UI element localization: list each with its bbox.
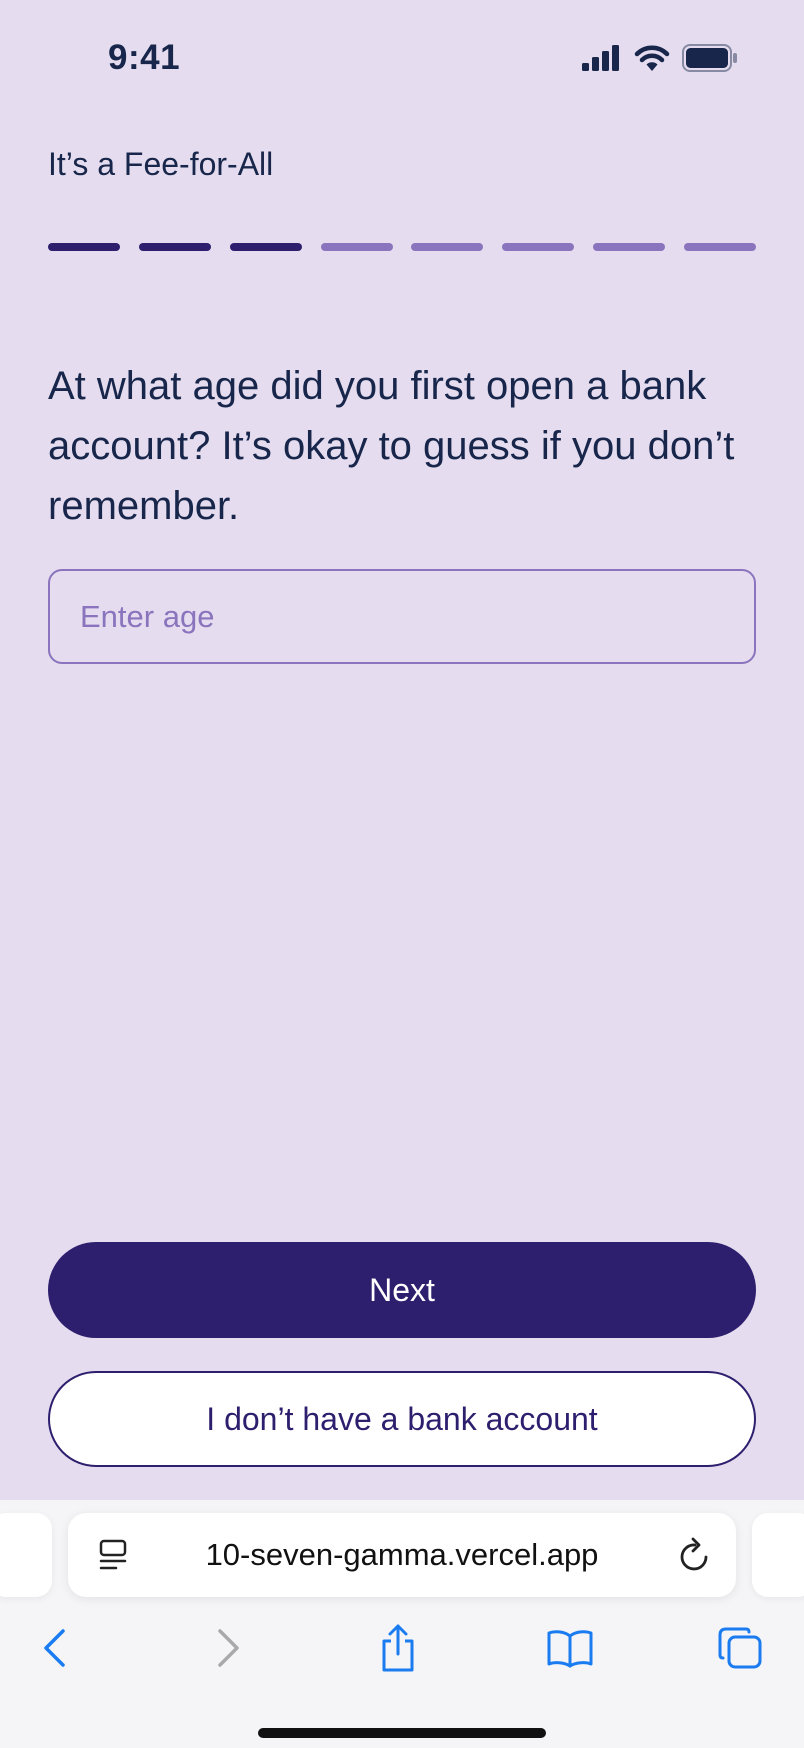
- progress-step-7: [593, 243, 666, 251]
- share-icon[interactable]: [368, 1618, 428, 1678]
- reload-icon[interactable]: [678, 1537, 712, 1578]
- progress-step-4: [320, 243, 393, 251]
- age-input[interactable]: [48, 569, 756, 664]
- next-tab-preview[interactable]: [752, 1513, 804, 1597]
- status-icons: [582, 44, 738, 77]
- forward-icon[interactable]: [199, 1618, 259, 1678]
- no-bank-account-button[interactable]: I don’t have a bank account: [48, 1371, 756, 1467]
- progress-step-2: [138, 243, 211, 251]
- signal-icon: [582, 45, 622, 76]
- address-row: 10-seven-gamma.vercel.app: [0, 1513, 804, 1597]
- progress-indicator: [48, 243, 756, 251]
- bookmarks-icon[interactable]: [540, 1618, 600, 1678]
- status-bar: 9:41: [0, 0, 804, 120]
- progress-step-5: [411, 243, 484, 251]
- wifi-icon: [634, 45, 670, 76]
- progress-step-6: [502, 243, 575, 251]
- progress-step-1: [48, 243, 120, 251]
- battery-icon: [682, 44, 738, 77]
- home-indicator: [258, 1728, 546, 1738]
- browser-chrome: 10-seven-gamma.vercel.app: [0, 1500, 804, 1748]
- quiz-title: It’s a Fee-for-All: [48, 146, 274, 182]
- progress-step-8: [683, 243, 756, 251]
- next-button[interactable]: Next: [48, 1242, 756, 1338]
- question-text: At what age did you first open a bank ac…: [48, 364, 735, 528]
- browser-toolbar: [0, 1618, 804, 1678]
- tabs-icon[interactable]: [710, 1618, 770, 1678]
- previous-tab-preview[interactable]: [0, 1513, 52, 1597]
- address-bar[interactable]: 10-seven-gamma.vercel.app: [68, 1513, 736, 1597]
- status-time: 9:41: [108, 38, 181, 77]
- progress-step-3: [229, 243, 302, 251]
- url-text: 10-seven-gamma.vercel.app: [205, 1537, 599, 1572]
- back-icon[interactable]: [24, 1618, 84, 1678]
